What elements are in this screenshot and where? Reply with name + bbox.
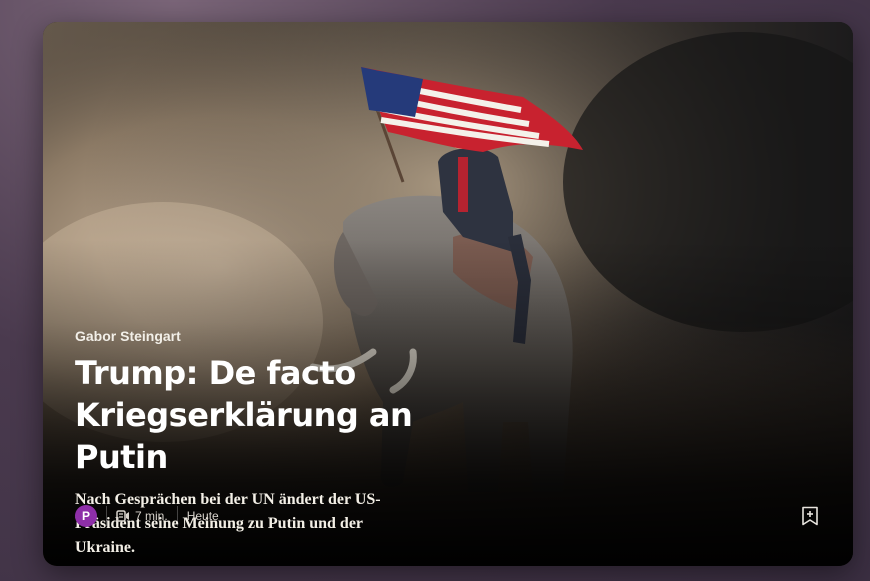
bookmark-button[interactable] bbox=[799, 505, 821, 527]
article-meta: P 7 min. Heute bbox=[75, 505, 219, 527]
read-time: 7 min. bbox=[116, 509, 168, 523]
meta-divider bbox=[176, 506, 178, 526]
article-card[interactable]: Gabor Steingart Trump: De facto Kriegser… bbox=[43, 22, 853, 566]
read-time-label: 7 min. bbox=[135, 509, 168, 523]
publisher-logo[interactable]: P bbox=[75, 505, 97, 527]
article-headline[interactable]: Trump: De facto Kriegserklärung an Putin bbox=[75, 352, 505, 478]
author-name[interactable]: Gabor Steingart bbox=[75, 328, 635, 344]
publish-date: Heute bbox=[186, 509, 219, 523]
publisher-logo-letter: P bbox=[81, 509, 90, 523]
read-time-icon bbox=[116, 510, 129, 522]
bookmark-add-icon bbox=[802, 506, 818, 526]
meta-divider bbox=[106, 506, 107, 526]
